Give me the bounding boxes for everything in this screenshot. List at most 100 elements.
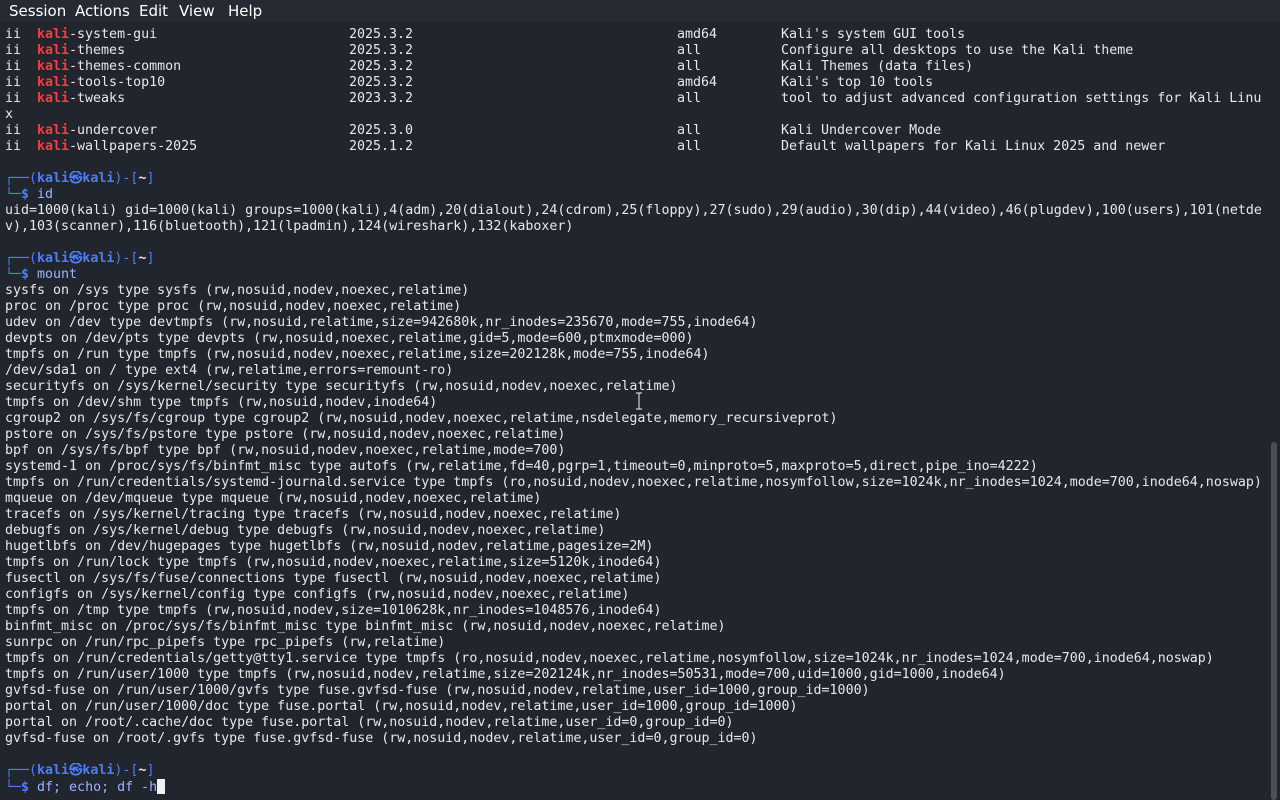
package-version: 2025.3.2 — [349, 59, 414, 74]
package-version: 2025.3.2 — [349, 75, 414, 90]
command-text: id — [37, 187, 54, 202]
package-status: ii — [5, 139, 22, 154]
mount-output-line: proc on /proc type proc (rw,nosuid,nodev… — [5, 299, 462, 314]
package-name: kali-themes — [37, 43, 126, 58]
mount-output-line: portal on /run/user/1000/doc type fuse.p… — [5, 699, 798, 714]
package-row: ii kali-system-gui 2025.3.2 amd64 Kali's sys… — [5, 27, 1267, 43]
mount-output-line: mqueue on /dev/mqueue type mqueue (rw,no… — [5, 491, 542, 506]
mount-output-line: fusectl on /sys/fs/fuse/connections type… — [5, 571, 662, 586]
prompt-user: kali — [37, 171, 70, 186]
package-status: ii — [5, 59, 22, 74]
command-line: └─$ mount — [5, 267, 78, 282]
prompt-at: ㉿ — [69, 251, 83, 266]
package-name: kali-themes-common — [37, 59, 182, 74]
mount-output-line: tracefs on /sys/kernel/tracing type trac… — [5, 507, 622, 522]
prompt-line: ┌──(kali㉿kali)-[~] — [5, 251, 155, 266]
package-description: Kali's system GUI tools — [781, 27, 966, 42]
package-arch: all — [677, 43, 702, 58]
package-version: 2025.3.2 — [349, 27, 414, 42]
mount-output-line: securityfs on /sys/kernel/security type … — [5, 379, 678, 394]
mount-output-line: systemd-1 on /proc/sys/fs/binfmt_misc ty… — [5, 459, 1038, 474]
prompt-hostname: kali — [82, 763, 115, 778]
menu-session[interactable]: Session — [9, 2, 66, 20]
mount-output-line: cgroup2 on /sys/fs/cgroup type cgroup2 (… — [5, 411, 838, 426]
package-description: Default wallpapers for Kali Linux 2025 a… — [781, 139, 1166, 154]
package-version: 2025.1.2 — [349, 139, 414, 154]
mount-output-line: sunrpc on /run/rpc_pipefs type rpc_pipef… — [5, 635, 446, 650]
prompt-user: kali — [37, 251, 70, 266]
command-text: mount — [37, 267, 78, 282]
package-row: ii kali-themes 2025.3.2 all Configure all de… — [5, 43, 1267, 59]
prompt-hostname: kali — [82, 251, 115, 266]
mount-output-line: gvfsd-fuse on /root/.gvfs type fuse.gvfs… — [5, 731, 758, 746]
mount-output-line: pstore on /sys/fs/pstore type pstore (rw… — [5, 427, 566, 442]
prompt-dollar: $ — [21, 267, 38, 282]
id-output-line: v),103(scanner),116(bluetooth),121(lpadm… — [5, 219, 574, 234]
package-arch: amd64 — [677, 27, 718, 42]
wrapped-text: x — [5, 107, 14, 122]
package-arch: all — [677, 139, 702, 154]
package-row: ii kali-themes-common 2025.3.2 all Kali Them… — [5, 59, 1267, 75]
mount-output-line: tmpfs on /run/credentials/systemd-journa… — [5, 475, 1262, 490]
mount-output-line: tmpfs on /run/user/1000 type tmpfs (rw,n… — [5, 667, 1006, 682]
terminal-cursor — [157, 779, 166, 794]
menubar: Session Actions Edit View Help — [0, 0, 1280, 22]
package-status: ii — [5, 91, 22, 106]
prompt-dollar: $ — [21, 780, 38, 795]
package-version: 2025.3.2 — [349, 43, 414, 58]
id-output-line: uid=1000(kali) gid=1000(kali) groups=100… — [5, 203, 1262, 218]
mount-output-line: tmpfs on /run/credentials/getty@tty1.ser… — [5, 651, 1214, 666]
package-version: 2023.3.2 — [349, 91, 414, 106]
prompt-line: ┌──(kali㉿kali)-[~] — [5, 763, 155, 778]
package-arch: all — [677, 59, 702, 74]
package-row: ii kali-tools-top10 2025.3.2 amd64 Kali's to… — [5, 75, 1267, 91]
mount-output-line: configfs on /sys/kernel/config type conf… — [5, 587, 630, 602]
mount-output-line: gvfsd-fuse on /run/user/1000/gvfs type f… — [5, 683, 870, 698]
mount-output-line: tmpfs on /run type tmpfs (rw,nosuid,node… — [5, 347, 710, 362]
package-description: Kali Undercover Mode — [781, 123, 942, 138]
menu-view[interactable]: View — [179, 2, 215, 20]
mount-output-line: /dev/sda1 on / type ext4 (rw,relatime,er… — [5, 363, 454, 378]
mount-output-line: portal on /root/.cache/doc type fuse.por… — [5, 715, 734, 730]
mount-output-line: tmpfs on /run/lock type tmpfs (rw,nosuid… — [5, 555, 662, 570]
package-status: ii — [5, 43, 22, 58]
menu-actions[interactable]: Actions — [75, 2, 130, 20]
terminal-output[interactable]: ii kali-system-gui 2025.3.2 amd64 Kali's sys… — [5, 27, 1267, 800]
mount-output-line: sysfs on /sys type sysfs (rw,nosuid,node… — [5, 283, 470, 298]
package-arch: all — [677, 123, 702, 138]
mount-output-line: tmpfs on /tmp type tmpfs (rw,nosuid,node… — [5, 603, 662, 618]
package-name: kali-system-gui — [37, 27, 158, 42]
package-description: Kali's top 10 tools — [781, 75, 934, 90]
package-name: kali-tools-top10 — [37, 75, 166, 90]
package-status: ii — [5, 75, 22, 90]
package-description: Kali Themes (data files) — [781, 59, 974, 74]
menu-help[interactable]: Help — [228, 2, 262, 20]
mount-output-line: binfmt_misc on /proc/sys/fs/binfmt_misc … — [5, 619, 726, 634]
prompt-dollar: $ — [21, 187, 38, 202]
mount-output-line: debugfs on /sys/kernel/debug type debugf… — [5, 523, 606, 538]
prompt-at: ㉿ — [69, 171, 83, 186]
package-name: kali-undercover — [37, 123, 158, 138]
package-status: ii — [5, 123, 22, 138]
package-arch: all — [677, 91, 702, 106]
mount-output-line: devpts on /dev/pts type devpts (rw,nosui… — [5, 331, 694, 346]
mount-output-line: tmpfs on /dev/shm type tmpfs (rw,nosuid,… — [5, 395, 438, 410]
package-row: ii kali-wallpapers-2025 2025.1.2 all Default… — [5, 139, 1267, 155]
package-description: Configure all desktops to use the Kali t… — [781, 43, 1134, 58]
package-row: ii kali-tweaks 2023.3.2 all tool to adjust a… — [5, 91, 1267, 107]
scrollbar[interactable] — [1268, 22, 1280, 800]
mount-output-line: hugetlbfs on /dev/hugepages type hugetlb… — [5, 539, 654, 554]
prompt-at: ㉿ — [69, 763, 83, 778]
command-line: └─$ df; echo; df -h — [5, 779, 1267, 795]
package-status: ii — [5, 27, 22, 42]
package-row: ii kali-undercover 2025.3.0 all Kali Underco… — [5, 123, 1267, 139]
command-line: └─$ id — [5, 187, 54, 202]
prompt-line: ┌──(kali㉿kali)-[~] — [5, 171, 155, 186]
menu-edit[interactable]: Edit — [139, 2, 168, 20]
package-name: kali-wallpapers-2025 — [37, 139, 198, 154]
package-name: kali-tweaks — [37, 91, 126, 106]
mount-output-line: udev on /dev type devtmpfs (rw,nosuid,re… — [5, 315, 758, 330]
scrollbar-thumb[interactable] — [1271, 442, 1277, 800]
